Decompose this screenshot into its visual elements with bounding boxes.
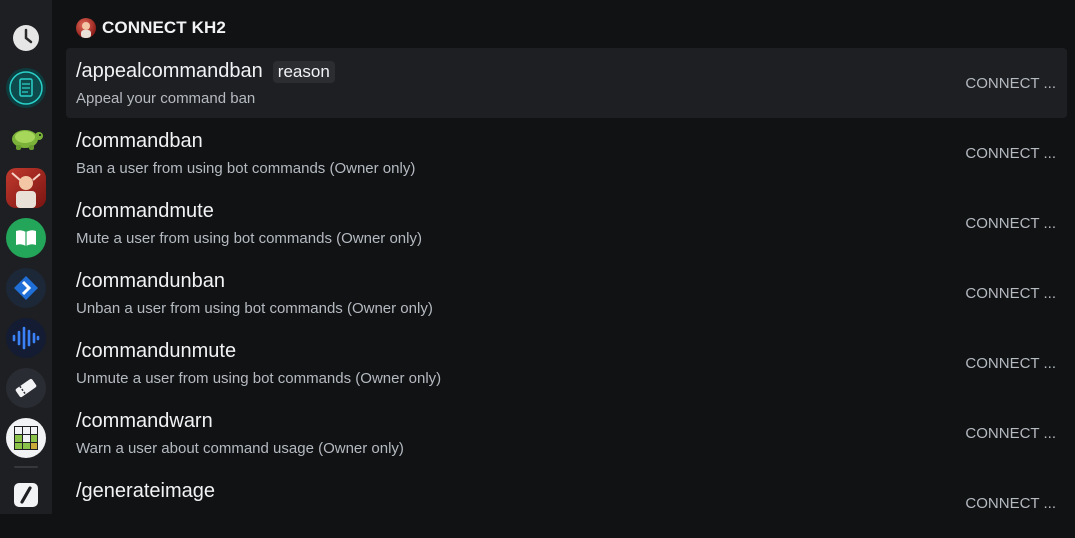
command-app-name: CONNECT ...: [965, 495, 1056, 512]
command-list: /appealcommandban reason Appeal your com…: [66, 48, 1067, 538]
command-name: /commandunmute: [76, 340, 237, 362]
command-app-name: CONNECT ...: [965, 145, 1056, 162]
command-option-reason[interactable]: reason: [272, 60, 335, 83]
sound-wave-icon[interactable]: [6, 318, 46, 358]
rail-divider: [14, 466, 38, 468]
clipboard-checklist-icon[interactable]: [6, 68, 46, 108]
command-app-name: CONNECT ...: [965, 215, 1056, 232]
command-item-commandmute[interactable]: /commandmute Mute a user from using bot …: [66, 188, 1067, 258]
command-description: Ban a user from using bot commands (Owne…: [76, 160, 416, 177]
command-name: /commandban: [76, 130, 203, 152]
book-icon[interactable]: [6, 218, 46, 258]
command-name: /appealcommandban: [76, 60, 263, 82]
turtle-icon[interactable]: [6, 118, 46, 158]
command-app-name: CONNECT ...: [965, 75, 1056, 92]
diamond-arrow-icon[interactable]: [6, 268, 46, 308]
server-rail: [0, 0, 52, 514]
command-item-commandban[interactable]: /commandban Ban a user from using bot co…: [66, 118, 1067, 188]
ticket-icon[interactable]: [6, 368, 46, 408]
grid-icon[interactable]: [6, 418, 46, 458]
command-name: /commandunban: [76, 270, 225, 292]
clock-icon[interactable]: [6, 18, 46, 58]
command-item-generateimage[interactable]: /generateimage CONNECT ...: [66, 468, 1067, 538]
command-item-commandunban[interactable]: /commandunban Unban a user from using bo…: [66, 258, 1067, 328]
app-avatar-icon: [76, 18, 96, 38]
command-app-name: CONNECT ...: [965, 285, 1056, 302]
server-avatar-icon[interactable]: [6, 168, 46, 208]
command-item-commandwarn[interactable]: /commandwarn Warn a user about command u…: [66, 398, 1067, 468]
command-item-commandunmute[interactable]: /commandunmute Unmute a user from using …: [66, 328, 1067, 398]
command-description: Mute a user from using bot commands (Own…: [76, 230, 422, 247]
slash-icon[interactable]: [6, 478, 46, 512]
command-item-appealcommandban[interactable]: /appealcommandban reason Appeal your com…: [66, 48, 1067, 118]
command-description: Unban a user from using bot commands (Ow…: [76, 300, 433, 317]
command-description: Warn a user about command usage (Owner o…: [76, 440, 404, 457]
command-app-name: CONNECT ...: [965, 425, 1056, 442]
command-description: Appeal your command ban: [76, 90, 256, 107]
section-header: CONNECT KH2: [76, 16, 226, 40]
section-title: CONNECT KH2: [102, 18, 226, 37]
command-name: /generateimage: [76, 480, 215, 502]
command-name: /commandwarn: [76, 410, 213, 432]
command-description: Unmute a user from using bot commands (O…: [76, 370, 442, 387]
command-name: /commandmute: [76, 200, 214, 222]
command-app-name: CONNECT ...: [965, 355, 1056, 372]
